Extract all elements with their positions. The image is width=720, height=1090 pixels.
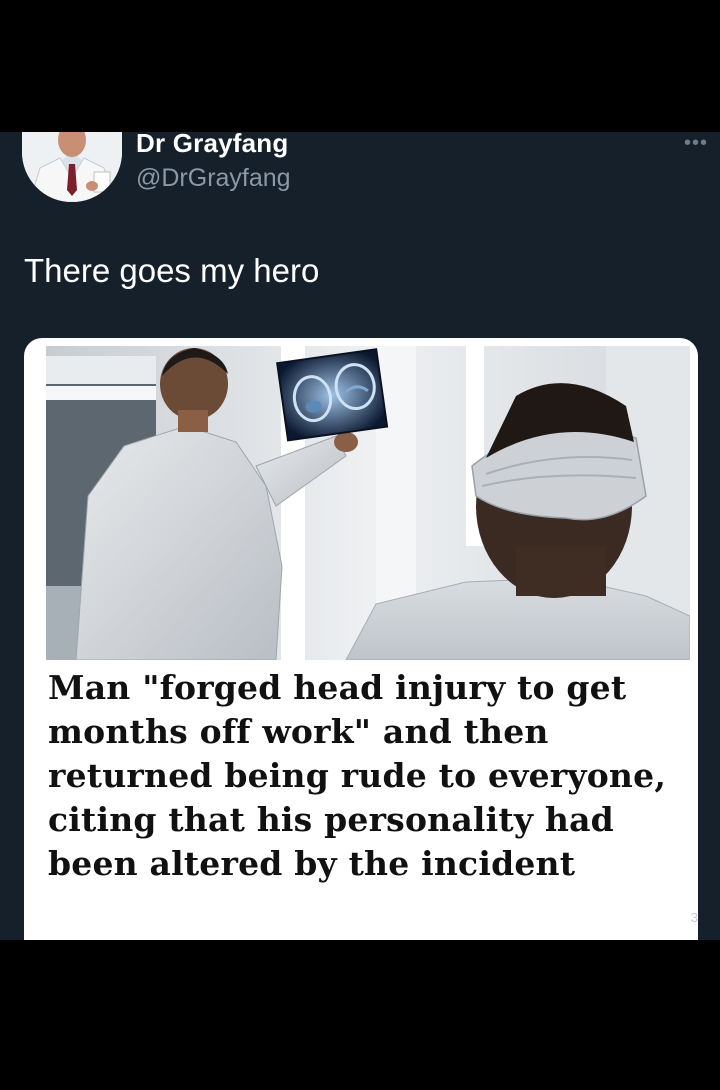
author-name[interactable]: Dr Grayfang — [136, 132, 288, 159]
author-handle[interactable]: @DrGrayfang — [136, 164, 291, 193]
media-card[interactable]: Man "forged head injury to get months of… — [24, 338, 698, 940]
tweet-text: There goes my hero — [24, 252, 320, 289]
bottom-letterbox — [0, 940, 720, 1090]
tweet: Dr Grayfang @DrGrayfang ••• There goes m… — [0, 132, 720, 940]
watermark: 3 — [690, 910, 698, 925]
news-photo[interactable] — [46, 346, 690, 660]
top-letterbox — [0, 0, 720, 132]
more-options-icon[interactable]: ••• — [684, 132, 708, 155]
headline: Man "forged head injury to get months of… — [48, 668, 667, 883]
avatar[interactable] — [22, 132, 122, 202]
